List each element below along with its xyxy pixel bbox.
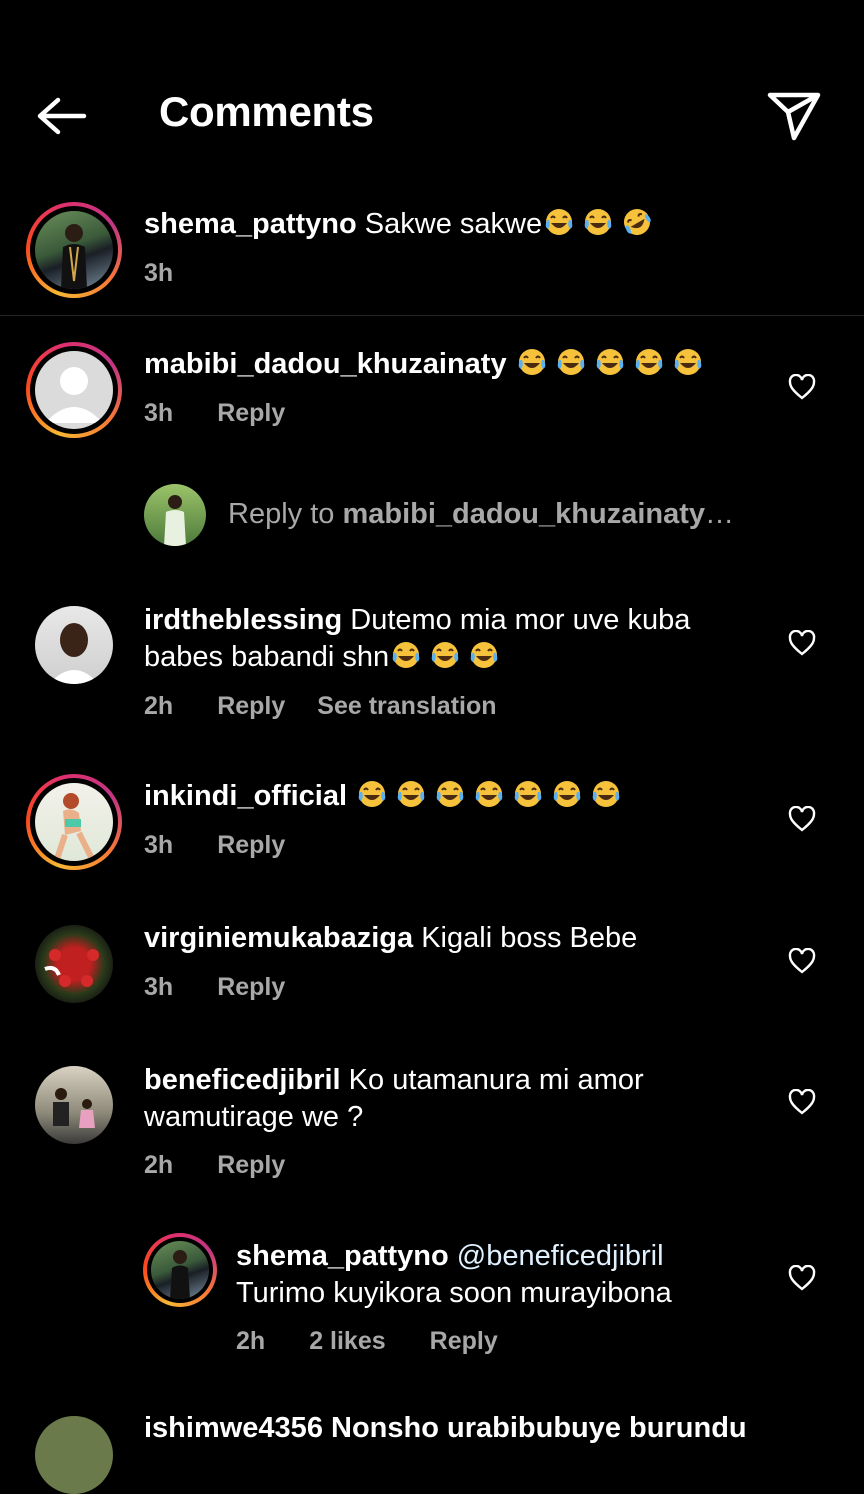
joy-emoji-icon	[674, 349, 701, 375]
reply-button[interactable]: Reply	[217, 399, 285, 427]
story-ring[interactable]	[143, 1233, 217, 1307]
joy-emoji-icon	[557, 349, 584, 375]
reply-prefix: Reply to	[228, 498, 343, 530]
avatar	[35, 1066, 113, 1144]
header-bar: Comments	[0, 60, 864, 170]
joy-emoji-icon	[470, 642, 498, 668]
joy-emoji-icon	[358, 781, 386, 807]
comment-body: Sakwe sakwe	[356, 208, 543, 240]
joy-emoji-icon	[592, 781, 620, 807]
comment-meta: 3h Reply	[144, 399, 317, 428]
joy-emoji-icon	[635, 349, 662, 375]
story-ring[interactable]	[26, 774, 122, 870]
reply-prompt[interactable]: Reply to mabibi_dadou_khuzainaty…	[228, 498, 734, 531]
comment-body-line2: babes babandi shn	[144, 641, 390, 673]
reply-button[interactable]: Reply	[217, 1151, 285, 1179]
page-title: Comments	[159, 88, 374, 135]
joy-emoji-icon	[431, 642, 459, 668]
send-icon[interactable]	[766, 90, 822, 142]
joy-emoji-icon	[584, 209, 612, 235]
reply-target: mabibi_dadou_khuzainaty	[342, 498, 706, 530]
story-ring[interactable]	[26, 342, 122, 438]
comment-body: Kigali boss Bebe	[413, 922, 638, 954]
comment-text: virginiemukabaziga Kigali boss Bebe	[144, 920, 637, 957]
heart-icon[interactable]	[788, 630, 816, 656]
avatar	[35, 351, 113, 429]
joy-emoji-icon	[475, 781, 503, 807]
heart-icon[interactable]	[788, 806, 816, 832]
mention-link[interactable]: @beneficedjibril	[449, 1240, 664, 1272]
joy-emoji-icon	[596, 349, 623, 375]
timestamp: 3h	[144, 259, 174, 287]
comment-text: inkindi_official	[144, 778, 628, 815]
username[interactable]: virginiemukabaziga	[144, 922, 413, 954]
avatar	[144, 484, 206, 546]
reply-button[interactable]: Reply	[430, 1327, 498, 1355]
ellipsis: …	[705, 498, 735, 530]
reply-text: shema_pattyno @beneficedjibril Turimo ku…	[236, 1238, 672, 1312]
joy-emoji-icon	[436, 781, 464, 807]
comment-text: mabibi_dadou_khuzainaty	[144, 346, 710, 383]
comment-meta: 3h Reply	[144, 831, 317, 860]
joy-emoji-icon	[553, 781, 581, 807]
username[interactable]: mabibi_dadou_khuzainaty	[144, 348, 507, 380]
comment-body: Turimo kuyikora soon murayibona	[236, 1277, 672, 1309]
timestamp: 2h	[236, 1327, 266, 1355]
avatar	[35, 606, 113, 684]
username[interactable]: shema_pattyno	[236, 1240, 449, 1272]
heart-icon[interactable]	[788, 948, 816, 974]
story-ring[interactable]	[26, 202, 122, 298]
comment-body	[507, 348, 515, 380]
comment-text: beneficedjibril Ko utamanura mi amor wam…	[144, 1062, 644, 1136]
reply-button[interactable]: Reply	[217, 831, 285, 859]
reply-button[interactable]: Reply	[217, 692, 285, 720]
joy-emoji-icon	[518, 349, 545, 375]
comment-body	[347, 780, 355, 812]
likes-count[interactable]: 2 likes	[309, 1327, 385, 1355]
joy-emoji-icon	[514, 781, 542, 807]
divider	[0, 315, 864, 316]
avatar	[35, 1416, 113, 1494]
timestamp: 2h	[144, 692, 174, 720]
avatar	[35, 783, 113, 861]
timestamp: 3h	[144, 831, 174, 859]
timestamp: 2h	[144, 1151, 174, 1179]
avatar	[151, 1241, 209, 1299]
comment-body: Ko utamanura mi amor	[340, 1064, 644, 1096]
username[interactable]: beneficedjibril	[144, 1064, 341, 1096]
joy-emoji-icon	[545, 209, 573, 235]
comment-meta: 3h Reply	[144, 973, 317, 1002]
timestamp: 3h	[144, 973, 174, 1001]
caption-text: shema_pattyno Sakwe sakwe	[144, 206, 659, 243]
heart-icon[interactable]	[788, 1089, 816, 1115]
username[interactable]: inkindi_official	[144, 780, 347, 812]
rofl-emoji-icon	[624, 209, 651, 235]
joy-emoji-icon	[397, 781, 425, 807]
heart-icon[interactable]	[788, 1265, 816, 1291]
avatar	[35, 925, 113, 1003]
partial-comment-text: ishimwe4356 Nonsho urabibubuye burundu	[144, 1412, 747, 1444]
comment-body: Dutemo mia mor uve kuba	[342, 604, 691, 636]
comment-meta: 2h Reply	[144, 1151, 317, 1180]
reply-button[interactable]: Reply	[217, 973, 285, 1001]
see-translation-button[interactable]: See translation	[317, 692, 496, 720]
caption-meta: 3h	[144, 259, 205, 288]
comment-body-line2: wamutirage we ?	[144, 1101, 364, 1133]
avatar	[35, 211, 113, 289]
joy-emoji-icon	[392, 642, 420, 668]
comment-meta: 2h Reply See translation	[144, 692, 529, 721]
heart-icon[interactable]	[788, 374, 816, 400]
comment-text: irdtheblessing Dutemo mia mor uve kuba b…	[144, 602, 690, 676]
reply-meta: 2h 2 likes Reply	[236, 1327, 530, 1356]
username[interactable]: irdtheblessing	[144, 604, 342, 636]
username[interactable]: shema_pattyno	[144, 208, 357, 240]
back-arrow-icon[interactable]	[34, 94, 90, 138]
timestamp: 3h	[144, 399, 174, 427]
